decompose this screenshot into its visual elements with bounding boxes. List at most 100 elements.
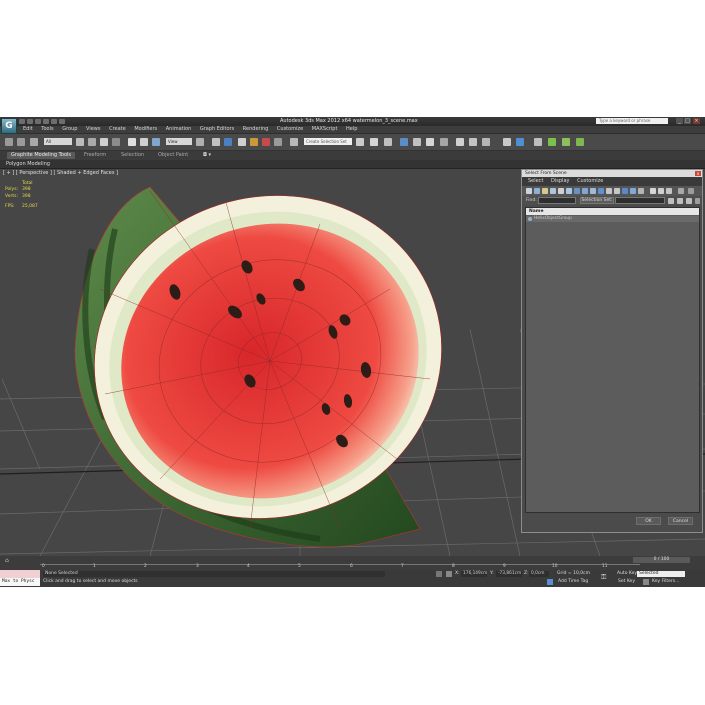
filter-icon[interactable] bbox=[678, 188, 684, 194]
z-coordinate-field[interactable]: 0,0cm bbox=[529, 571, 549, 577]
selection-filter-dropdown[interactable]: All bbox=[44, 138, 72, 145]
list-item[interactable]: HelixObjectGroup bbox=[526, 216, 699, 222]
tab-object-paint[interactable]: Object Paint bbox=[158, 152, 188, 159]
select-manipulate-icon[interactable] bbox=[212, 138, 220, 146]
minimize-button[interactable]: _ bbox=[676, 118, 683, 124]
pivot-center-icon[interactable] bbox=[196, 138, 204, 146]
time-slider[interactable]: 0 / 100 bbox=[633, 557, 690, 563]
new-file-icon[interactable] bbox=[19, 119, 25, 124]
select-none-icon[interactable] bbox=[658, 188, 664, 194]
cancel-button[interactable]: Cancel bbox=[668, 517, 693, 525]
search-input[interactable]: Type a keyword or phrase bbox=[596, 118, 668, 124]
x-coordinate-field[interactable]: 176,149cm bbox=[461, 571, 487, 577]
display-helpers-icon[interactable] bbox=[558, 188, 564, 194]
mirror-icon[interactable] bbox=[356, 138, 364, 146]
open-file-icon[interactable] bbox=[27, 119, 33, 124]
menu-tools[interactable]: Tools bbox=[41, 126, 53, 133]
container-icon[interactable] bbox=[503, 138, 511, 146]
find-input[interactable] bbox=[538, 197, 576, 204]
app-logo-icon[interactable]: G bbox=[1, 118, 17, 134]
move-icon[interactable] bbox=[128, 138, 136, 146]
display-xrefs-icon[interactable] bbox=[582, 188, 588, 194]
dialog-menu-display[interactable]: Display bbox=[551, 177, 569, 186]
display-frozen-icon[interactable] bbox=[606, 188, 612, 194]
percent-snap-icon[interactable] bbox=[262, 138, 270, 146]
filter-options-icon[interactable] bbox=[688, 188, 694, 194]
snaps-toggle-icon[interactable] bbox=[238, 138, 246, 146]
dialog-menu-customize[interactable]: Customize bbox=[577, 177, 603, 186]
rectangular-selection-icon[interactable] bbox=[100, 138, 108, 146]
lock-selection-icon[interactable] bbox=[436, 571, 442, 577]
menu-rendering[interactable]: Rendering bbox=[243, 126, 269, 133]
display-groups-icon[interactable] bbox=[574, 188, 580, 194]
selection-set-dropdown[interactable] bbox=[615, 197, 665, 204]
selection-set-add-icon[interactable] bbox=[668, 198, 674, 204]
schematic-view-icon[interactable] bbox=[426, 138, 434, 146]
window-crossing-icon[interactable] bbox=[112, 138, 120, 146]
tab-graphite-modeling-tools[interactable]: Graphite Modeling Tools bbox=[7, 152, 76, 159]
dialog-title[interactable]: Select From Scene bbox=[522, 170, 702, 177]
angle-snap-icon[interactable] bbox=[250, 138, 258, 146]
menu-create[interactable]: Create bbox=[109, 126, 126, 133]
save-file-icon[interactable] bbox=[35, 119, 41, 124]
maxscript-listener-top[interactable] bbox=[0, 570, 40, 578]
viewport-label[interactable]: [ + ] [ Perspective ] [ Shaded + Edged F… bbox=[3, 170, 118, 176]
green-tool-icon[interactable] bbox=[562, 138, 570, 146]
tab-selection[interactable]: Selection bbox=[121, 152, 144, 159]
display-geometry-icon[interactable] bbox=[526, 188, 532, 194]
time-tag-icon[interactable] bbox=[547, 579, 553, 585]
menu-customize[interactable]: Customize bbox=[277, 126, 303, 133]
ribbon-options-icon[interactable]: ◘ ▾ bbox=[203, 152, 211, 159]
maxscript-listener[interactable]: Max to Physc bbox=[0, 578, 40, 586]
ribbon-panel-label[interactable]: Polygon Modeling bbox=[6, 161, 50, 167]
tab-freeform[interactable]: Freeform bbox=[84, 152, 106, 159]
rotate-icon[interactable] bbox=[140, 138, 148, 146]
undo-tool-icon[interactable] bbox=[5, 138, 13, 146]
list-column-name[interactable]: Name bbox=[526, 208, 699, 215]
display-containers-icon[interactable] bbox=[598, 188, 604, 194]
select-all-icon[interactable] bbox=[650, 188, 656, 194]
undo-icon[interactable] bbox=[43, 119, 49, 124]
set-key-button[interactable]: Set Key bbox=[618, 579, 635, 584]
menu-help[interactable]: Help bbox=[346, 126, 357, 133]
align-icon[interactable] bbox=[370, 138, 378, 146]
timeline[interactable]: ⌂ 0 / 100 0 1 2 3 4 5 6 7 8 9 10 11 bbox=[0, 556, 705, 570]
graphite-toggle-icon[interactable] bbox=[400, 138, 408, 146]
quick-access-toolbar[interactable] bbox=[19, 119, 67, 126]
display-none-icon[interactable] bbox=[630, 188, 636, 194]
absolute-mode-icon[interactable] bbox=[446, 571, 452, 577]
render-setup-icon[interactable] bbox=[456, 138, 464, 146]
menu-animation[interactable]: Animation bbox=[166, 126, 192, 133]
rendered-frame-window-icon[interactable] bbox=[469, 138, 477, 146]
layer-manager-icon[interactable] bbox=[384, 138, 392, 146]
extra-tool-icon[interactable] bbox=[534, 138, 542, 146]
add-time-tag[interactable]: Add Time Tag bbox=[558, 579, 588, 584]
select-by-name-icon[interactable] bbox=[88, 138, 96, 146]
ok-button[interactable]: OK bbox=[636, 517, 661, 525]
track-bar-toggle-icon[interactable]: ⌂ bbox=[5, 557, 15, 569]
dialog-menu-select[interactable]: Select bbox=[528, 177, 543, 186]
menu-views[interactable]: Views bbox=[86, 126, 100, 133]
named-selection-dropdown[interactable]: Create Selection Set bbox=[304, 138, 352, 145]
display-invert-icon[interactable] bbox=[638, 188, 644, 194]
key-filter-icon[interactable] bbox=[643, 579, 649, 585]
green-snap-icon[interactable] bbox=[548, 138, 556, 146]
display-cameras-icon[interactable] bbox=[550, 188, 556, 194]
curve-editor-icon[interactable] bbox=[413, 138, 421, 146]
select-link-icon[interactable] bbox=[30, 138, 38, 146]
key-filters-button[interactable]: Key Filters... bbox=[652, 579, 679, 584]
project-folder-icon[interactable] bbox=[59, 119, 65, 124]
display-shapes-icon[interactable] bbox=[534, 188, 540, 194]
display-spacewarps-icon[interactable] bbox=[566, 188, 572, 194]
y-coordinate-field[interactable]: -73,861cm bbox=[496, 571, 522, 577]
dialog-close-button[interactable]: × bbox=[695, 171, 701, 176]
selection-set-edit-icon[interactable] bbox=[686, 198, 692, 204]
render-production-icon[interactable] bbox=[482, 138, 490, 146]
key-mode-dropdown[interactable]: Selected bbox=[637, 571, 685, 577]
display-bones-icon[interactable] bbox=[590, 188, 596, 194]
menu-maxscript[interactable]: MAXScript bbox=[312, 126, 338, 133]
selection-set-options-icon[interactable] bbox=[695, 198, 700, 204]
spinner-snap-icon[interactable] bbox=[274, 138, 282, 146]
menu-group[interactable]: Group bbox=[62, 126, 77, 133]
select-invert-icon[interactable] bbox=[666, 188, 672, 194]
